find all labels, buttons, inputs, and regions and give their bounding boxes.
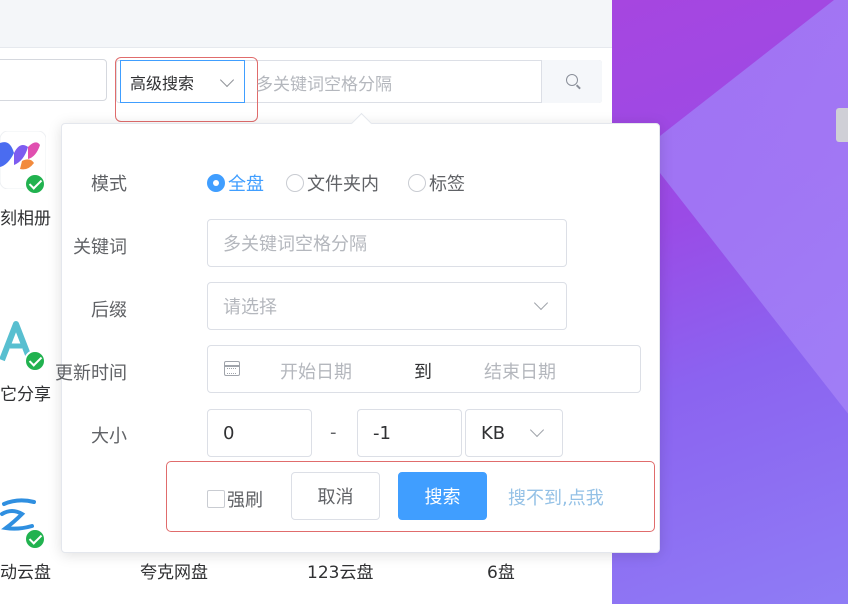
calendar-icon [224, 361, 240, 376]
cancel-button[interactable]: 取消 [291, 472, 380, 520]
suffix-select[interactable]: 请选择 [207, 282, 567, 330]
size-min-value: 0 [223, 422, 235, 444]
force-refresh-checkbox[interactable]: 强刷 [207, 486, 263, 512]
app-label: 动云盘 [0, 563, 51, 583]
radio-label: 文件夹内 [307, 174, 379, 195]
end-date-input[interactable]: 结束日期 [484, 358, 556, 384]
range-separator: 到 [414, 362, 432, 383]
chevron-down-icon [529, 422, 545, 438]
suffix-label: 后缀 [91, 300, 127, 321]
app-label-123[interactable]: 123云盘 [307, 558, 373, 583]
size-max-input[interactable]: -1 [357, 409, 462, 457]
radio-label: 标签 [429, 174, 465, 195]
search-icon [566, 74, 578, 86]
size-unit-value: KB [481, 422, 506, 444]
keyword-label: 关键词 [73, 237, 127, 258]
start-date-input[interactable]: 开始日期 [280, 358, 352, 384]
date-range-picker[interactable]: 开始日期 到 结束日期 [207, 345, 641, 393]
wallpaper-shape [642, 0, 848, 604]
suffix-placeholder: 请选择 [223, 297, 277, 318]
search-icon-button[interactable] [541, 60, 602, 103]
radio-checked-icon [207, 174, 225, 192]
radio-icon [408, 174, 426, 192]
size-label: 大小 [91, 426, 127, 447]
size-unit-select[interactable]: KB [465, 409, 563, 457]
keyword-input[interactable]: 多关键词空格分隔 [207, 219, 567, 267]
size-max-value: -1 [373, 422, 391, 444]
app-label-6pan[interactable]: 6盘 [487, 558, 515, 583]
app-label: 刻相册 [0, 209, 51, 229]
installed-check-icon [24, 528, 46, 550]
path-input[interactable] [0, 59, 107, 101]
mode-radio-tag[interactable]: 标签 [408, 170, 465, 196]
mode-radio-all[interactable]: 全盘 [207, 170, 264, 196]
checkbox-icon [207, 490, 225, 508]
size-min-input[interactable]: 0 [207, 409, 312, 457]
radio-label: 全盘 [228, 174, 264, 195]
mode-label: 模式 [91, 174, 127, 195]
size-dash: - [330, 422, 337, 443]
top-bar [0, 0, 612, 48]
keyword-search-input[interactable]: 多关键词空格分隔 [256, 70, 392, 95]
mode-radio-folder[interactable]: 文件夹内 [286, 170, 379, 196]
radio-icon [286, 174, 304, 192]
desktop-edge-widget[interactable] [836, 108, 848, 142]
chevron-down-icon [533, 295, 549, 311]
keyword-placeholder: 多关键词空格分隔 [223, 234, 367, 255]
search-mode-highlight [115, 57, 258, 122]
search-button[interactable]: 搜索 [398, 472, 487, 520]
checkbox-label: 强刷 [227, 490, 263, 511]
help-link[interactable]: 搜不到,点我 [508, 484, 604, 510]
app-label-quark[interactable]: 夸克网盘 [140, 558, 208, 583]
time-label: 更新时间 [55, 363, 127, 384]
